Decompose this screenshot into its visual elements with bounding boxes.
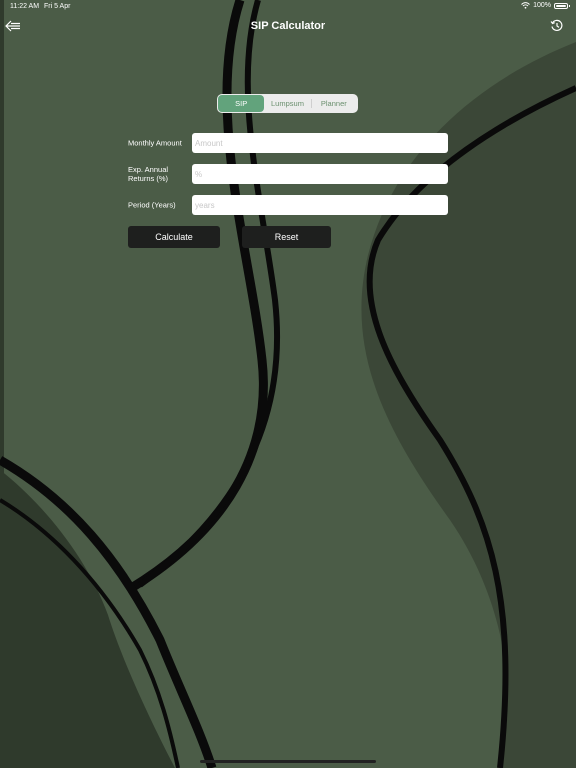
background-curve-1 (125, 0, 268, 594)
home-indicator[interactable] (200, 760, 376, 763)
page-title: SIP Calculator (250, 20, 326, 32)
background-artwork (0, 0, 576, 768)
status-time: 11:22 AM (10, 3, 40, 10)
annual-returns-label: Exp. Annual Returns (%) (128, 165, 169, 183)
calculate-button[interactable]: Calculate (128, 226, 220, 248)
status-bar: 11:22 AM Fri 5 Apr 100% (0, 0, 576, 14)
period-input[interactable] (192, 195, 448, 215)
monthly-amount-row: Monthly Amount (128, 133, 448, 153)
battery-icon (554, 2, 570, 9)
reset-button[interactable]: Reset (242, 226, 331, 248)
tab-sip[interactable]: SIP (218, 95, 265, 112)
tab-planner[interactable]: Planner (310, 95, 357, 112)
status-right-group: 100% (521, 2, 570, 9)
battery-percent: 100% (533, 2, 551, 9)
status-date: Fri 5 Apr (44, 3, 71, 10)
history-icon[interactable] (550, 19, 564, 33)
period-row: Period (Years) (128, 195, 448, 215)
background-left-edge-shadow (0, 0, 4, 768)
period-label: Period (Years) (128, 200, 176, 210)
nav-bar: SIP Calculator (0, 14, 576, 38)
monthly-amount-input[interactable] (192, 133, 448, 153)
monthly-amount-label: Monthly Amount (128, 138, 182, 148)
calculator-type-tabs: SIP Lumpsum Planner (217, 94, 358, 113)
battery-level (556, 4, 566, 7)
tab-lumpsum[interactable]: Lumpsum (264, 95, 310, 112)
annual-returns-row: Exp. Annual Returns (%) (128, 164, 448, 184)
sip-form: Monthly Amount Exp. Annual Returns (%) P… (128, 133, 448, 226)
wifi-icon (521, 2, 530, 9)
annual-returns-input[interactable] (192, 164, 448, 184)
